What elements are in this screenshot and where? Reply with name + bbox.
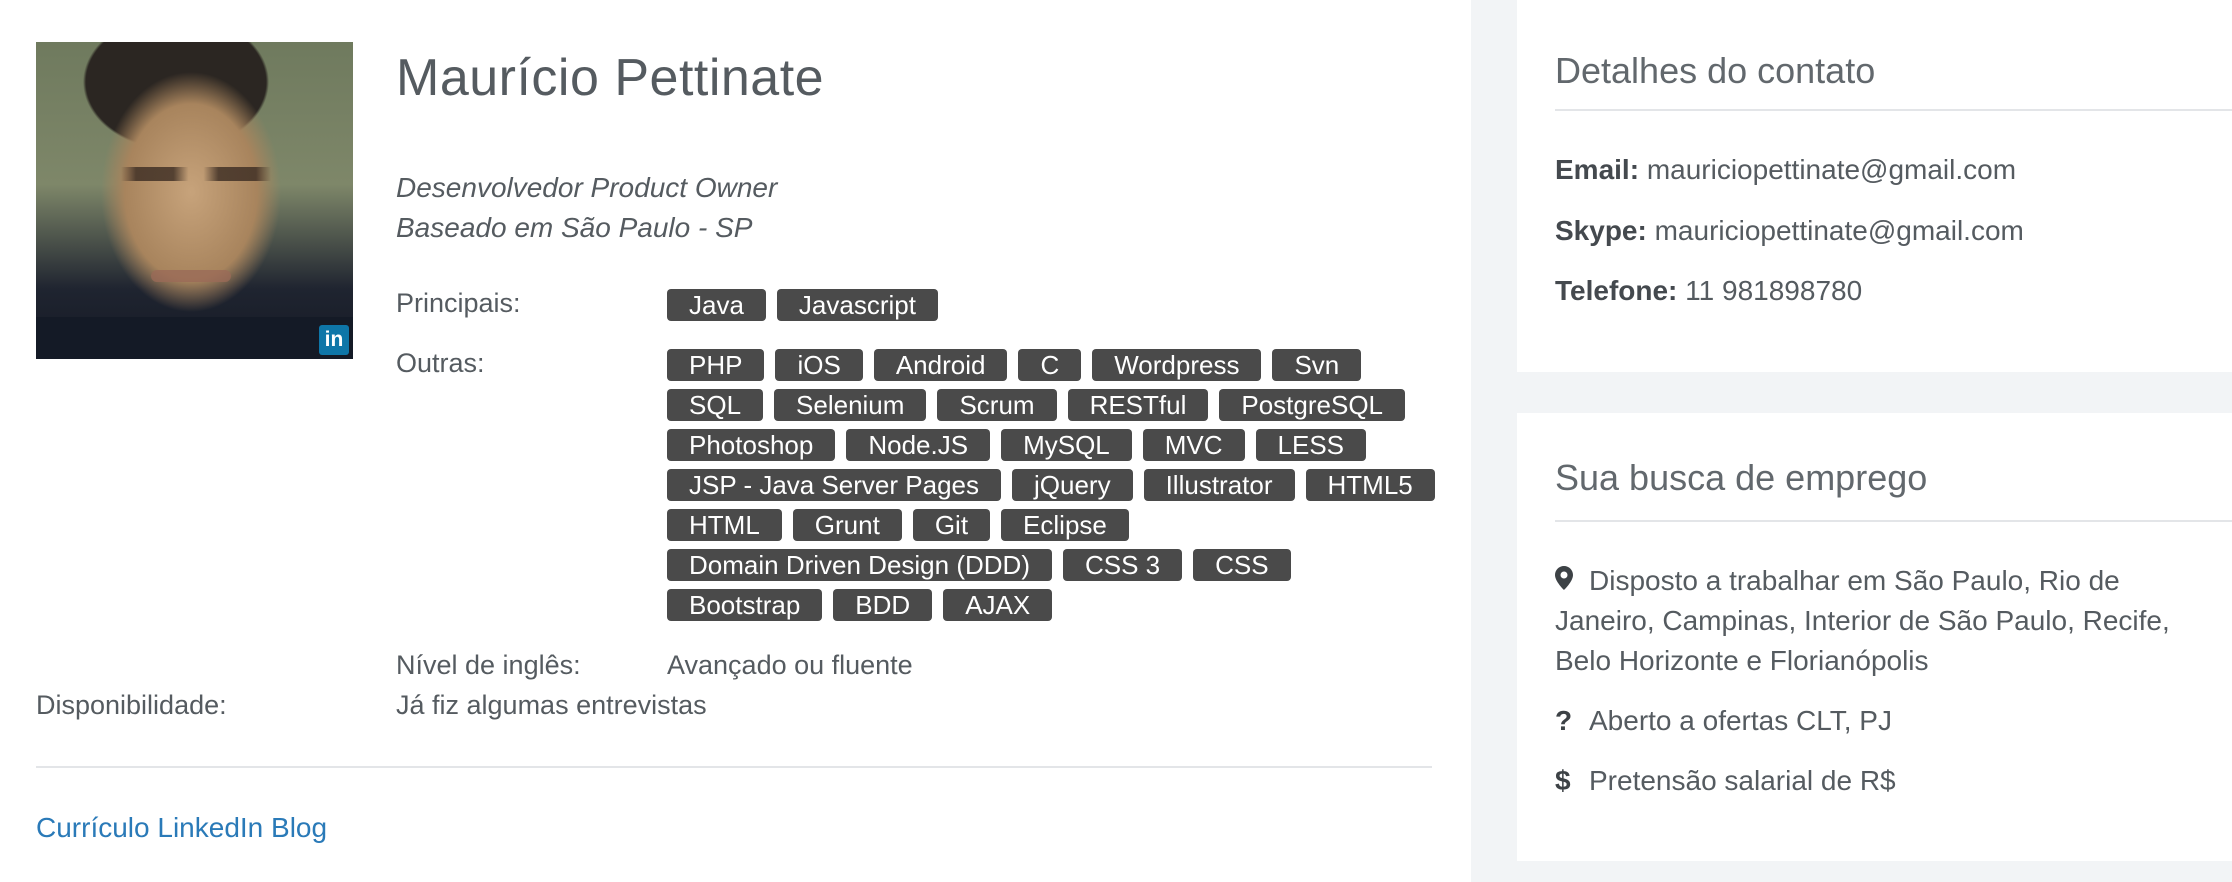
profile-photo: in <box>36 42 353 359</box>
contact-title: Detalhes do contato <box>1555 50 1876 91</box>
skill-tag: BDD <box>833 589 933 621</box>
linkedin-link[interactable]: LinkedIn <box>157 812 263 843</box>
divider <box>36 766 1432 768</box>
skill-tag: Selenium <box>774 389 927 421</box>
map-marker-icon <box>1555 561 1589 601</box>
english-level-value: Avançado ou fluente <box>667 650 913 680</box>
contract-row: ? Aberto a ofertas CLT, PJ <box>1555 701 2205 741</box>
profile-role: Desenvolvedor Product Owner <box>396 172 778 203</box>
phone-row: Telefone: 11 981898780 <box>1555 275 1862 307</box>
other-skills-label: Outras: <box>396 348 485 378</box>
skill-tag: Eclipse <box>1001 509 1129 541</box>
linkedin-badge-icon: in <box>319 325 349 355</box>
skill-tag: MySQL <box>1001 429 1132 461</box>
question-icon: ? <box>1555 705 1573 736</box>
contract-text: Aberto a ofertas CLT, PJ <box>1589 705 1892 736</box>
skill-tag: Grunt <box>792 509 902 541</box>
profile-panel: in Maurício Pettinate Desenvolvedor Prod… <box>0 0 1471 882</box>
skill-tag: Wordpress <box>1092 349 1262 381</box>
skill-tag: Javascript <box>776 289 938 321</box>
skill-tag: CSS 3 <box>1062 549 1183 581</box>
phone-value: 11 981898780 <box>1685 275 1863 306</box>
dollar-icon: $ <box>1555 765 1571 796</box>
profile-location: Baseado em São Paulo - SP <box>396 212 753 243</box>
skill-tag: LESS <box>1255 429 1367 461</box>
skill-tag: Illustrator <box>1143 469 1295 501</box>
skill-tag: Git <box>912 509 991 541</box>
skill-tag: Photoshop <box>667 429 836 461</box>
english-level-label: Nível de inglês: <box>396 650 581 680</box>
job-search-card: Sua busca de emprego Disposto a trabalha… <box>1517 413 2232 861</box>
skill-tag: Bootstrap <box>667 589 823 621</box>
skill-tag: Android <box>873 349 1008 381</box>
profile-headline: Desenvolvedor Product Owner Baseado em S… <box>396 168 777 248</box>
locations-row: Disposto a trabalhar em São Paulo, Rio d… <box>1555 561 2205 681</box>
skill-tag: CSS <box>1193 549 1291 581</box>
job-search-title: Sua busca de emprego <box>1555 457 1928 498</box>
skill-tag: Java <box>667 289 766 321</box>
phone-label: Telefone: <box>1555 275 1678 306</box>
availability-label: Disponibilidade: <box>36 690 227 720</box>
salary-text: Pretensão salarial de R$ <box>1589 765 1896 796</box>
email-value[interactable]: mauriciopettinate@gmail.com <box>1647 154 2016 185</box>
contact-card: Detalhes do contato Email: mauriciopetti… <box>1517 0 2232 372</box>
profile-links: Currículo LinkedIn Blog <box>36 812 327 844</box>
skill-tag: Node.JS <box>846 429 991 461</box>
other-skills-list: PHP iOS Android C Wordpress Svn SQL Selenium Scr… <box>667 349 1447 629</box>
job-search-divider <box>1555 520 2232 522</box>
availability-value: Já fiz algumas entrevistas <box>396 690 707 720</box>
skill-tag: PHP <box>667 349 765 381</box>
profile-name: Maurício Pettinate <box>396 49 825 107</box>
curriculo-link[interactable]: Currículo <box>36 812 150 843</box>
skill-tag: Scrum <box>937 389 1057 421</box>
email-label: Email: <box>1555 154 1640 185</box>
skill-tag: PostgreSQL <box>1219 389 1406 421</box>
skill-tag: HTML5 <box>1305 469 1435 501</box>
blog-link[interactable]: Blog <box>271 812 327 843</box>
email-row: Email: mauriciopettinate@gmail.com <box>1555 154 2016 186</box>
skill-tag: C <box>1018 349 1082 381</box>
locations-text: Disposto a trabalhar em São Paulo, Rio d… <box>1555 565 2170 676</box>
skype-row: Skype: mauriciopettinate@gmail.com <box>1555 215 2024 247</box>
main-skills-label: Principais: <box>396 288 521 318</box>
skill-tag: HTML <box>667 509 782 541</box>
skill-tag: JSP - Java Server Pages <box>667 469 1001 501</box>
skill-tag: iOS <box>775 349 863 381</box>
skype-label: Skype: <box>1555 215 1647 246</box>
skype-value[interactable]: mauriciopettinate@gmail.com <box>1655 215 2024 246</box>
skill-tag: Domain Driven Design (DDD) <box>667 549 1052 581</box>
contact-divider <box>1555 109 2232 111</box>
main-skills-list: Java Javascript <box>667 289 1447 329</box>
skill-tag: AJAX <box>943 589 1053 621</box>
skill-tag: Svn <box>1272 349 1362 381</box>
skill-tag: RESTful <box>1067 389 1209 421</box>
salary-row: $ Pretensão salarial de R$ <box>1555 761 2205 801</box>
skill-tag: MVC <box>1142 429 1245 461</box>
skill-tag: SQL <box>667 389 764 421</box>
skill-tag: jQuery <box>1012 469 1133 501</box>
